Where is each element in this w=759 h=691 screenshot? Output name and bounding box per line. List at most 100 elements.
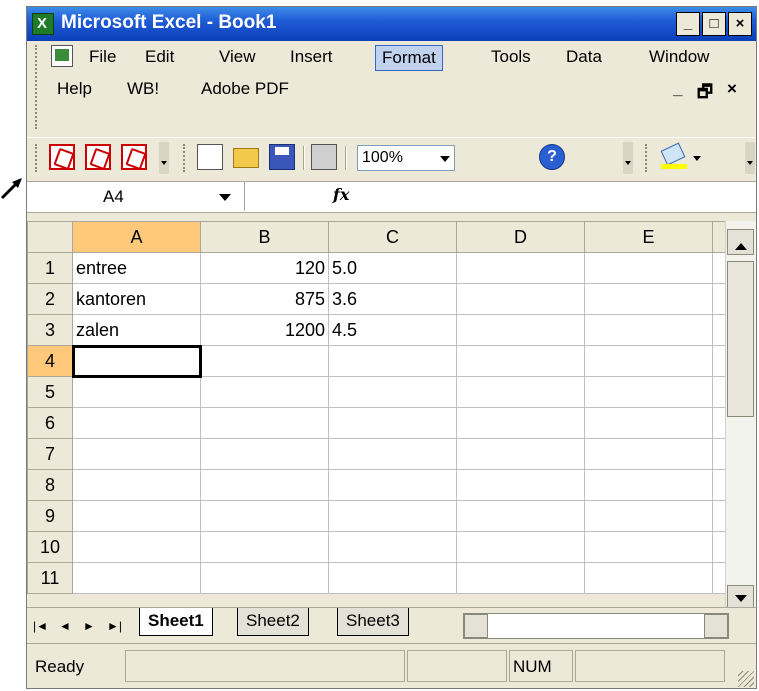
- row-header[interactable]: 5: [27, 376, 73, 408]
- cell[interactable]: [328, 376, 457, 408]
- menu-view[interactable]: View: [213, 45, 262, 69]
- pdf-attach-email-icon[interactable]: [85, 144, 111, 170]
- tab-sheet1[interactable]: Sheet1: [139, 608, 213, 636]
- cell[interactable]: [72, 500, 201, 532]
- cell-c3[interactable]: 4.5: [328, 314, 457, 346]
- menu-file[interactable]: File: [83, 45, 122, 69]
- cell[interactable]: [72, 438, 201, 470]
- cell[interactable]: [456, 562, 585, 594]
- menu-data[interactable]: Data: [560, 45, 608, 69]
- scroll-right-icon[interactable]: [704, 614, 728, 638]
- row-header[interactable]: 2: [27, 283, 73, 315]
- tab-sheet2[interactable]: Sheet2: [237, 608, 309, 636]
- row-header[interactable]: 6: [27, 407, 73, 439]
- cell-b1[interactable]: 120: [200, 252, 329, 284]
- cell[interactable]: [456, 500, 585, 532]
- open-folder-icon[interactable]: [233, 148, 259, 168]
- cell[interactable]: [200, 376, 329, 408]
- row-header[interactable]: 8: [27, 469, 73, 501]
- close-button[interactable]: ×: [728, 12, 752, 36]
- cell[interactable]: [328, 500, 457, 532]
- horizontal-scrollbar[interactable]: [463, 613, 729, 639]
- formula-input[interactable]: [367, 182, 756, 211]
- row-header[interactable]: 7: [27, 438, 73, 470]
- cell-a2[interactable]: kantoren: [72, 283, 201, 315]
- last-sheet-icon[interactable]: ►|: [107, 616, 127, 634]
- menu-edit[interactable]: Edit: [139, 45, 180, 69]
- cell[interactable]: [584, 531, 713, 563]
- cell[interactable]: [456, 407, 585, 439]
- first-sheet-icon[interactable]: |◄: [33, 616, 53, 634]
- save-icon[interactable]: [269, 144, 295, 170]
- cell[interactable]: [584, 469, 713, 501]
- scroll-thumb[interactable]: [727, 261, 754, 417]
- column-header-a[interactable]: A: [72, 221, 201, 253]
- maximize-button[interactable]: □: [702, 12, 726, 36]
- scroll-up-icon[interactable]: [727, 229, 754, 255]
- vertical-scrollbar[interactable]: [725, 221, 756, 611]
- cell-e2[interactable]: [584, 283, 713, 315]
- pdf-review-icon[interactable]: [121, 144, 147, 170]
- workbook-icon[interactable]: [51, 45, 73, 67]
- cell[interactable]: [456, 376, 585, 408]
- column-header-d[interactable]: D: [456, 221, 585, 253]
- fill-color-icon[interactable]: [661, 144, 687, 170]
- cell-e1[interactable]: [584, 252, 713, 284]
- cell[interactable]: [200, 562, 329, 594]
- toolbar-grip-2[interactable]: [183, 144, 188, 172]
- toolbar-options-button[interactable]: [745, 142, 755, 174]
- cell[interactable]: [328, 531, 457, 563]
- toolbar-grip[interactable]: [35, 144, 40, 172]
- cell[interactable]: [72, 531, 201, 563]
- cell[interactable]: [72, 376, 201, 408]
- cell[interactable]: [328, 469, 457, 501]
- function-icon[interactable]: fx: [333, 185, 349, 204]
- cell[interactable]: [584, 562, 713, 594]
- row-header[interactable]: 4: [27, 345, 73, 377]
- cell-e4[interactable]: [584, 345, 713, 377]
- convert-to-pdf-icon[interactable]: [49, 144, 75, 170]
- cell-b4[interactable]: [200, 345, 329, 377]
- cell[interactable]: [200, 469, 329, 501]
- cell[interactable]: [72, 407, 201, 439]
- row-header[interactable]: 9: [27, 500, 73, 532]
- prev-sheet-icon[interactable]: ◄: [59, 616, 79, 634]
- cell[interactable]: [584, 500, 713, 532]
- cell[interactable]: [456, 531, 585, 563]
- cell-c4[interactable]: [328, 345, 457, 377]
- cell[interactable]: [200, 531, 329, 563]
- cell-d3[interactable]: [456, 314, 585, 346]
- cell[interactable]: [584, 407, 713, 439]
- cell-e3[interactable]: [584, 314, 713, 346]
- cell-b2[interactable]: 875: [200, 283, 329, 315]
- menu-help[interactable]: Help: [51, 77, 98, 101]
- cell-d2[interactable]: [456, 283, 585, 315]
- menu-window[interactable]: Window: [643, 45, 715, 69]
- resize-grip-icon[interactable]: [738, 671, 754, 687]
- doc-minimize-button[interactable]: _: [667, 77, 688, 101]
- cell[interactable]: [584, 376, 713, 408]
- cell[interactable]: [200, 500, 329, 532]
- cell[interactable]: [200, 438, 329, 470]
- scroll-left-icon[interactable]: [464, 614, 488, 638]
- row-header[interactable]: 1: [27, 252, 73, 284]
- doc-restore-button[interactable]: 🗗: [691, 77, 719, 110]
- cell[interactable]: [72, 469, 201, 501]
- cell-d4[interactable]: [456, 345, 585, 377]
- cell[interactable]: [200, 407, 329, 439]
- select-all-corner[interactable]: [27, 221, 73, 253]
- excel-app-icon[interactable]: [32, 13, 54, 35]
- toolbar-options-button[interactable]: [623, 142, 633, 174]
- cell-a3[interactable]: zalen: [72, 314, 201, 346]
- chevron-down-icon[interactable]: [693, 156, 701, 165]
- column-header-e[interactable]: E: [584, 221, 713, 253]
- cell-b3[interactable]: 1200: [200, 314, 329, 346]
- menu-tools[interactable]: Tools: [485, 45, 537, 69]
- cell[interactable]: [328, 438, 457, 470]
- row-header[interactable]: 3: [27, 314, 73, 346]
- zoom-select[interactable]: 100%: [357, 145, 455, 171]
- column-header-c[interactable]: C: [328, 221, 457, 253]
- row-header[interactable]: 11: [27, 562, 73, 594]
- toolbar-grip-3[interactable]: [645, 144, 650, 172]
- chevron-down-icon[interactable]: [436, 146, 454, 170]
